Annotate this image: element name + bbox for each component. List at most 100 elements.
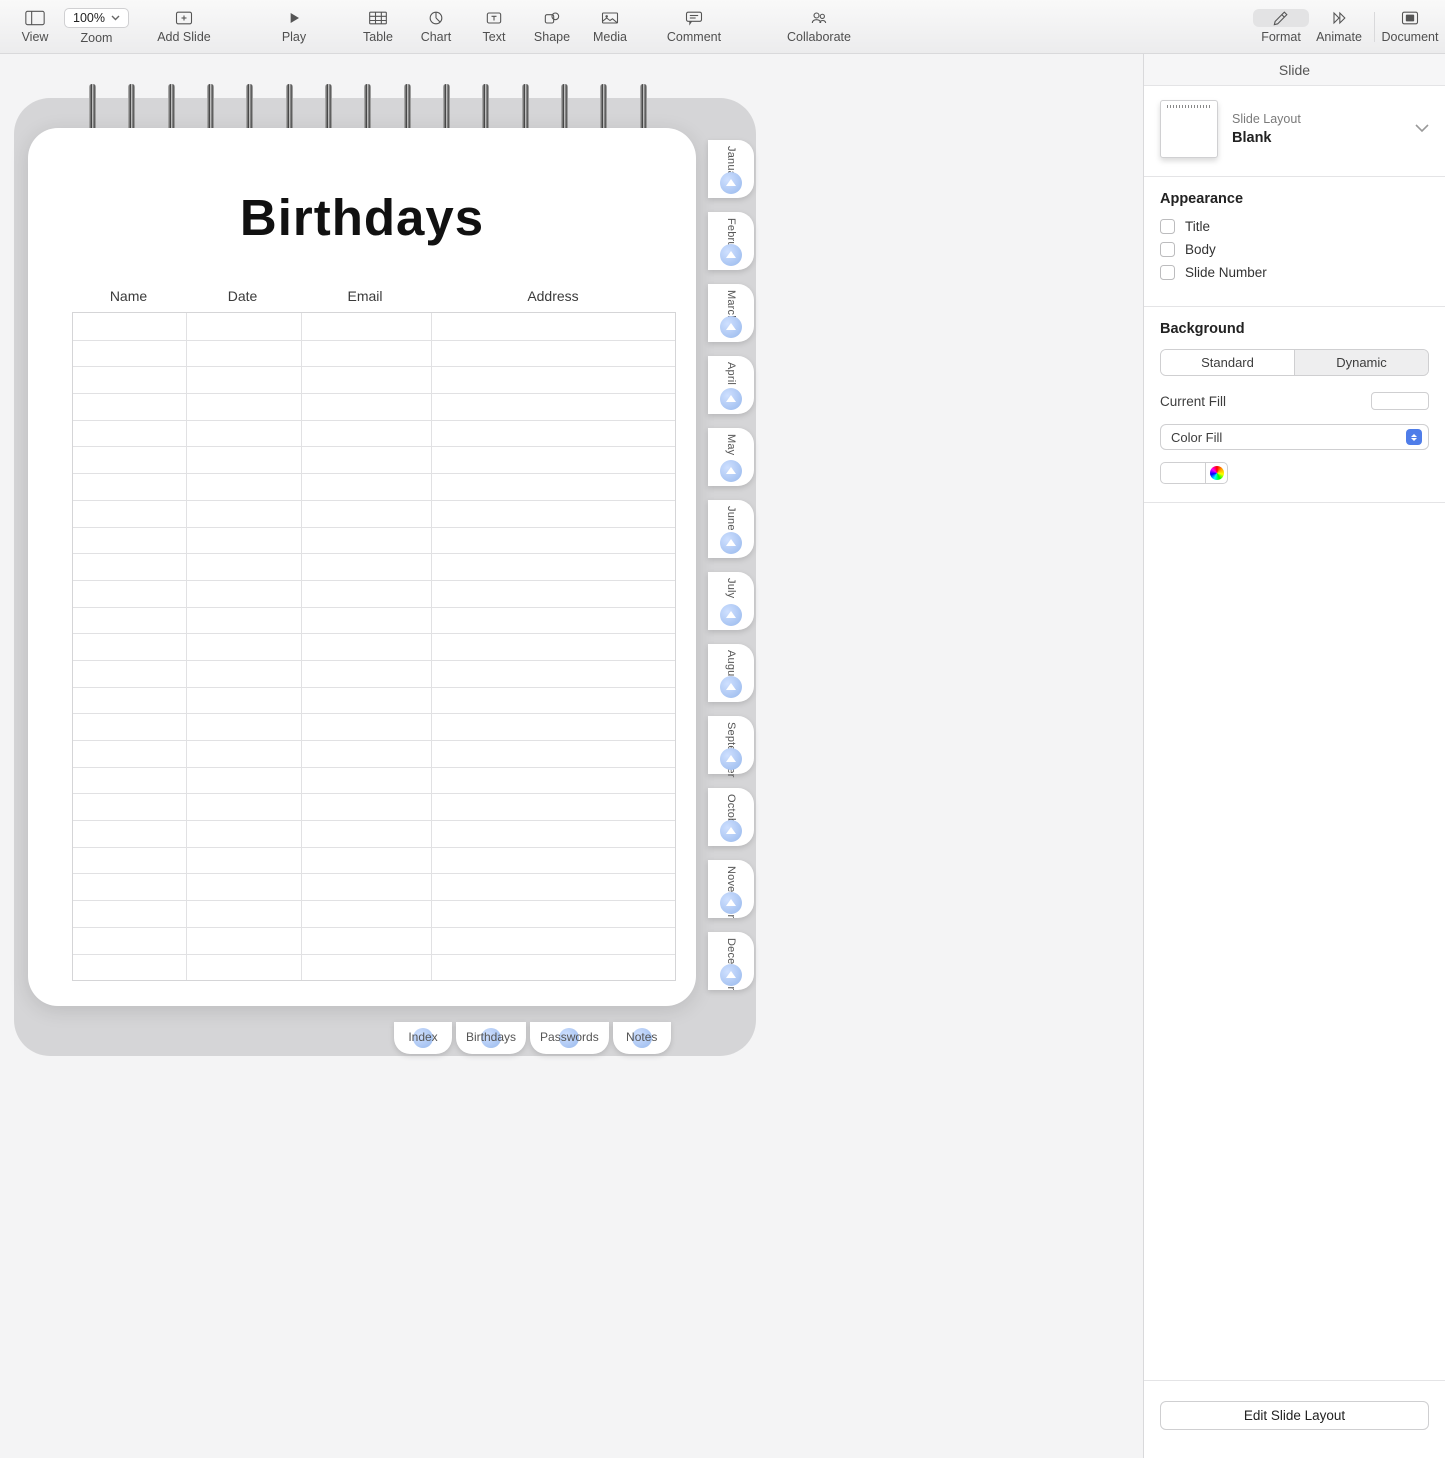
table-cell[interactable]: [73, 554, 186, 580]
media-button[interactable]: Media: [581, 0, 639, 53]
table-cell[interactable]: [431, 661, 675, 687]
table-cell[interactable]: [186, 421, 301, 447]
table-cell[interactable]: [431, 581, 675, 607]
table-cell[interactable]: [301, 794, 431, 820]
month-tab-january[interactable]: January: [708, 140, 754, 198]
table-row[interactable]: [73, 767, 675, 794]
table-cell[interactable]: [73, 928, 186, 954]
table-row[interactable]: [73, 580, 675, 607]
title-checkbox-row[interactable]: Title: [1160, 219, 1429, 234]
table-cell[interactable]: [301, 341, 431, 367]
table-cell[interactable]: [186, 313, 301, 340]
table-button[interactable]: Table: [349, 0, 407, 53]
animate-button[interactable]: Animate: [1310, 0, 1368, 53]
checkbox-icon[interactable]: [1160, 265, 1175, 280]
table-cell[interactable]: [186, 714, 301, 740]
play-button[interactable]: Play: [239, 0, 349, 53]
table-cell[interactable]: [301, 714, 431, 740]
table-cell[interactable]: [431, 394, 675, 420]
table-cell[interactable]: [73, 528, 186, 554]
table-cell[interactable]: [186, 394, 301, 420]
section-tab-passwords[interactable]: Passwords: [530, 1022, 609, 1054]
section-tab-index[interactable]: Index: [394, 1022, 452, 1054]
table-cell[interactable]: [186, 501, 301, 527]
table-cell[interactable]: [73, 955, 186, 981]
table-row[interactable]: [73, 927, 675, 954]
table-cell[interactable]: [431, 528, 675, 554]
table-cell[interactable]: [186, 608, 301, 634]
comment-button[interactable]: Comment: [639, 0, 749, 53]
table-cell[interactable]: [186, 634, 301, 660]
table-cell[interactable]: [73, 661, 186, 687]
table-cell[interactable]: [301, 955, 431, 981]
table-cell[interactable]: [73, 741, 186, 767]
table-cell[interactable]: [73, 634, 186, 660]
table-cell[interactable]: [431, 447, 675, 473]
body-checkbox-row[interactable]: Body: [1160, 242, 1429, 257]
table-cell[interactable]: [186, 367, 301, 393]
table-cell[interactable]: [73, 313, 186, 340]
table-cell[interactable]: [431, 794, 675, 820]
table-cell[interactable]: [186, 768, 301, 794]
table-cell[interactable]: [186, 341, 301, 367]
table-cell[interactable]: [73, 367, 186, 393]
fill-type-select[interactable]: Color Fill: [1160, 424, 1429, 450]
table-row[interactable]: [73, 954, 675, 981]
month-tab-april[interactable]: April: [708, 356, 754, 414]
table-row[interactable]: [73, 793, 675, 820]
table-cell[interactable]: [186, 794, 301, 820]
table-row[interactable]: [73, 900, 675, 927]
section-tab-notes[interactable]: Notes: [613, 1022, 671, 1054]
table-cell[interactable]: [301, 447, 431, 473]
table-cell[interactable]: [301, 608, 431, 634]
table-row[interactable]: [73, 500, 675, 527]
table-cell[interactable]: [301, 821, 431, 847]
section-tab-birthdays[interactable]: Birthdays: [456, 1022, 526, 1054]
background-mode-segment[interactable]: Standard Dynamic: [1160, 349, 1429, 376]
table-cell[interactable]: [186, 741, 301, 767]
table-row[interactable]: [73, 446, 675, 473]
table-cell[interactable]: [431, 341, 675, 367]
table-cell[interactable]: [186, 848, 301, 874]
table-cell[interactable]: [73, 848, 186, 874]
table-cell[interactable]: [73, 768, 186, 794]
table-cell[interactable]: [301, 688, 431, 714]
seg-dynamic[interactable]: Dynamic: [1294, 350, 1428, 375]
month-tab-november[interactable]: November: [708, 860, 754, 918]
table-cell[interactable]: [431, 768, 675, 794]
month-tab-july[interactable]: July: [708, 572, 754, 630]
table-cell[interactable]: [301, 313, 431, 340]
color-wheel-button[interactable]: [1206, 462, 1228, 484]
table-cell[interactable]: [431, 688, 675, 714]
table-cell[interactable]: [301, 874, 431, 900]
table-cell[interactable]: [186, 474, 301, 500]
table-cell[interactable]: [431, 313, 675, 340]
slide-layout-section[interactable]: Slide Layout Blank: [1144, 86, 1445, 177]
table-row[interactable]: [73, 847, 675, 874]
table-cell[interactable]: [186, 821, 301, 847]
table-cell[interactable]: [73, 901, 186, 927]
table-cell[interactable]: [186, 661, 301, 687]
month-tab-february[interactable]: February: [708, 212, 754, 270]
table-row[interactable]: [73, 687, 675, 714]
table-cell[interactable]: [186, 554, 301, 580]
table-cell[interactable]: [431, 874, 675, 900]
table-row[interactable]: [73, 713, 675, 740]
table-cell[interactable]: [431, 554, 675, 580]
slide-number-checkbox-row[interactable]: Slide Number: [1160, 265, 1429, 280]
fill-color-swatch[interactable]: [1160, 462, 1206, 484]
table-cell[interactable]: [73, 821, 186, 847]
add-slide-button[interactable]: Add Slide: [129, 0, 239, 53]
table-row[interactable]: [73, 393, 675, 420]
month-tab-august[interactable]: August: [708, 644, 754, 702]
table-cell[interactable]: [73, 874, 186, 900]
table-cell[interactable]: [431, 848, 675, 874]
table-cell[interactable]: [431, 608, 675, 634]
table-cell[interactable]: [301, 394, 431, 420]
edit-slide-layout-button[interactable]: Edit Slide Layout: [1160, 1401, 1429, 1430]
table-cell[interactable]: [301, 581, 431, 607]
table-row[interactable]: [73, 633, 675, 660]
document-button[interactable]: Document: [1381, 0, 1439, 53]
table-cell[interactable]: [186, 688, 301, 714]
table-row[interactable]: [73, 527, 675, 554]
